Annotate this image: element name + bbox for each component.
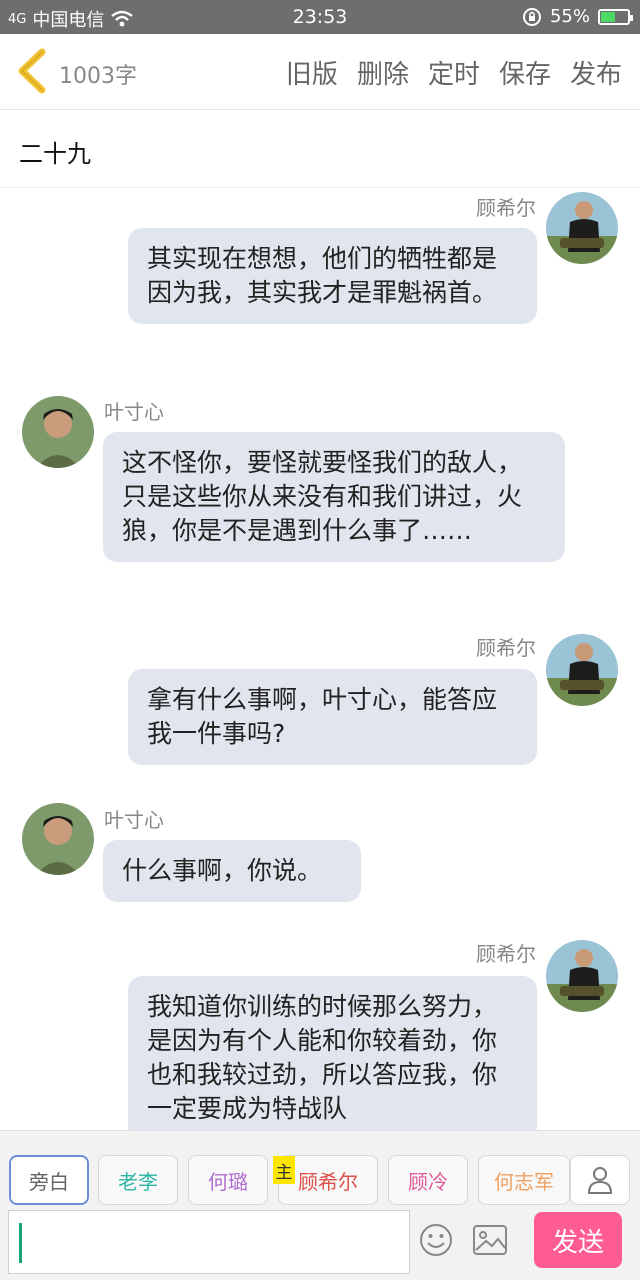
speaker-name: 叶寸心: [104, 400, 164, 424]
message-bubble: 拿有什么事啊，叶寸心，能答应我一件事吗?: [128, 669, 537, 765]
old-version-button[interactable]: 旧版: [286, 54, 338, 91]
image-icon[interactable]: [472, 1224, 508, 1256]
publish-button[interactable]: 发布: [570, 54, 622, 91]
delete-button[interactable]: 删除: [357, 54, 409, 91]
speaker-name: 叶寸心: [104, 808, 164, 832]
role-narrator[interactable]: 旁白: [9, 1155, 89, 1205]
message-bubble: 这不怪你，要怪就要怪我们的敌人，只是这些你从来没有和我们讲过，火狼，你是不是遇到…: [103, 432, 565, 562]
avatar-gu-xier[interactable]: [546, 940, 618, 1012]
chat-area[interactable]: 顾希尔 其实现在想想，他们的牺牲都是因为我，其实我才是罪魁祸首。 叶寸心 这不怪…: [0, 188, 640, 1130]
role-label: 顾希尔: [298, 1169, 358, 1194]
send-button[interactable]: 发送: [534, 1212, 622, 1268]
avatar-ye-cunxin[interactable]: [22, 396, 94, 468]
message-input[interactable]: [8, 1210, 410, 1274]
manage-roles-button[interactable]: [570, 1155, 630, 1205]
role-he-zhijun[interactable]: 何志军: [478, 1155, 570, 1205]
status-bar: 4G 中国电信 23:53 55%: [0, 0, 640, 34]
input-bar: 发送: [0, 1206, 640, 1280]
role-gu-leng[interactable]: 顾冷: [388, 1155, 468, 1205]
role-label: 旁白: [29, 1169, 69, 1194]
avatar-ye-cunxin[interactable]: [22, 803, 94, 875]
speaker-name: 顾希尔: [476, 942, 536, 966]
role-label: 何志军: [494, 1169, 554, 1194]
chapter-title-row[interactable]: 二十九: [0, 110, 640, 188]
battery-fill: [601, 11, 615, 22]
role-label: 顾冷: [408, 1169, 448, 1194]
text-caret: [19, 1223, 22, 1263]
speaker-name: 顾希尔: [476, 196, 536, 220]
user-icon: [587, 1167, 613, 1194]
save-button[interactable]: 保存: [499, 54, 551, 91]
battery-icon: [598, 8, 633, 25]
back-chevron-icon[interactable]: [14, 48, 54, 94]
editor-header: 1003字 旧版 删除 定时 保存 发布: [0, 34, 640, 110]
avatar-gu-xier[interactable]: [546, 634, 618, 706]
battery-percent: 55%: [549, 6, 590, 27]
emoji-icon[interactable]: [418, 1222, 454, 1258]
message-bubble: 我知道你训练的时候那么努力，是因为有个人能和你较着劲，你也和我较过劲，所以答应我…: [128, 976, 537, 1130]
role-selector-bar: 旁白 老李 何璐 顾希尔 主 顾冷 何志军: [0, 1130, 640, 1206]
host-badge: 主: [273, 1156, 295, 1184]
avatar-gu-xier[interactable]: [546, 192, 618, 264]
rotation-lock-icon: [522, 7, 541, 26]
role-label: 老李: [118, 1169, 158, 1194]
role-label: 何璐: [208, 1169, 248, 1194]
chapter-title[interactable]: 二十九: [19, 134, 91, 169]
role-he-lu[interactable]: 何璐: [188, 1155, 268, 1205]
message-bubble: 其实现在想想，他们的牺牲都是因为我，其实我才是罪魁祸首。: [128, 228, 537, 324]
schedule-button[interactable]: 定时: [428, 54, 480, 91]
role-lao-li[interactable]: 老李: [98, 1155, 178, 1205]
message-bubble: 什么事啊，你说。: [103, 840, 361, 902]
header-actions: 旧版 删除 定时 保存 发布: [286, 54, 622, 91]
word-count: 1003字: [59, 64, 137, 89]
speaker-name: 顾希尔: [476, 636, 536, 660]
